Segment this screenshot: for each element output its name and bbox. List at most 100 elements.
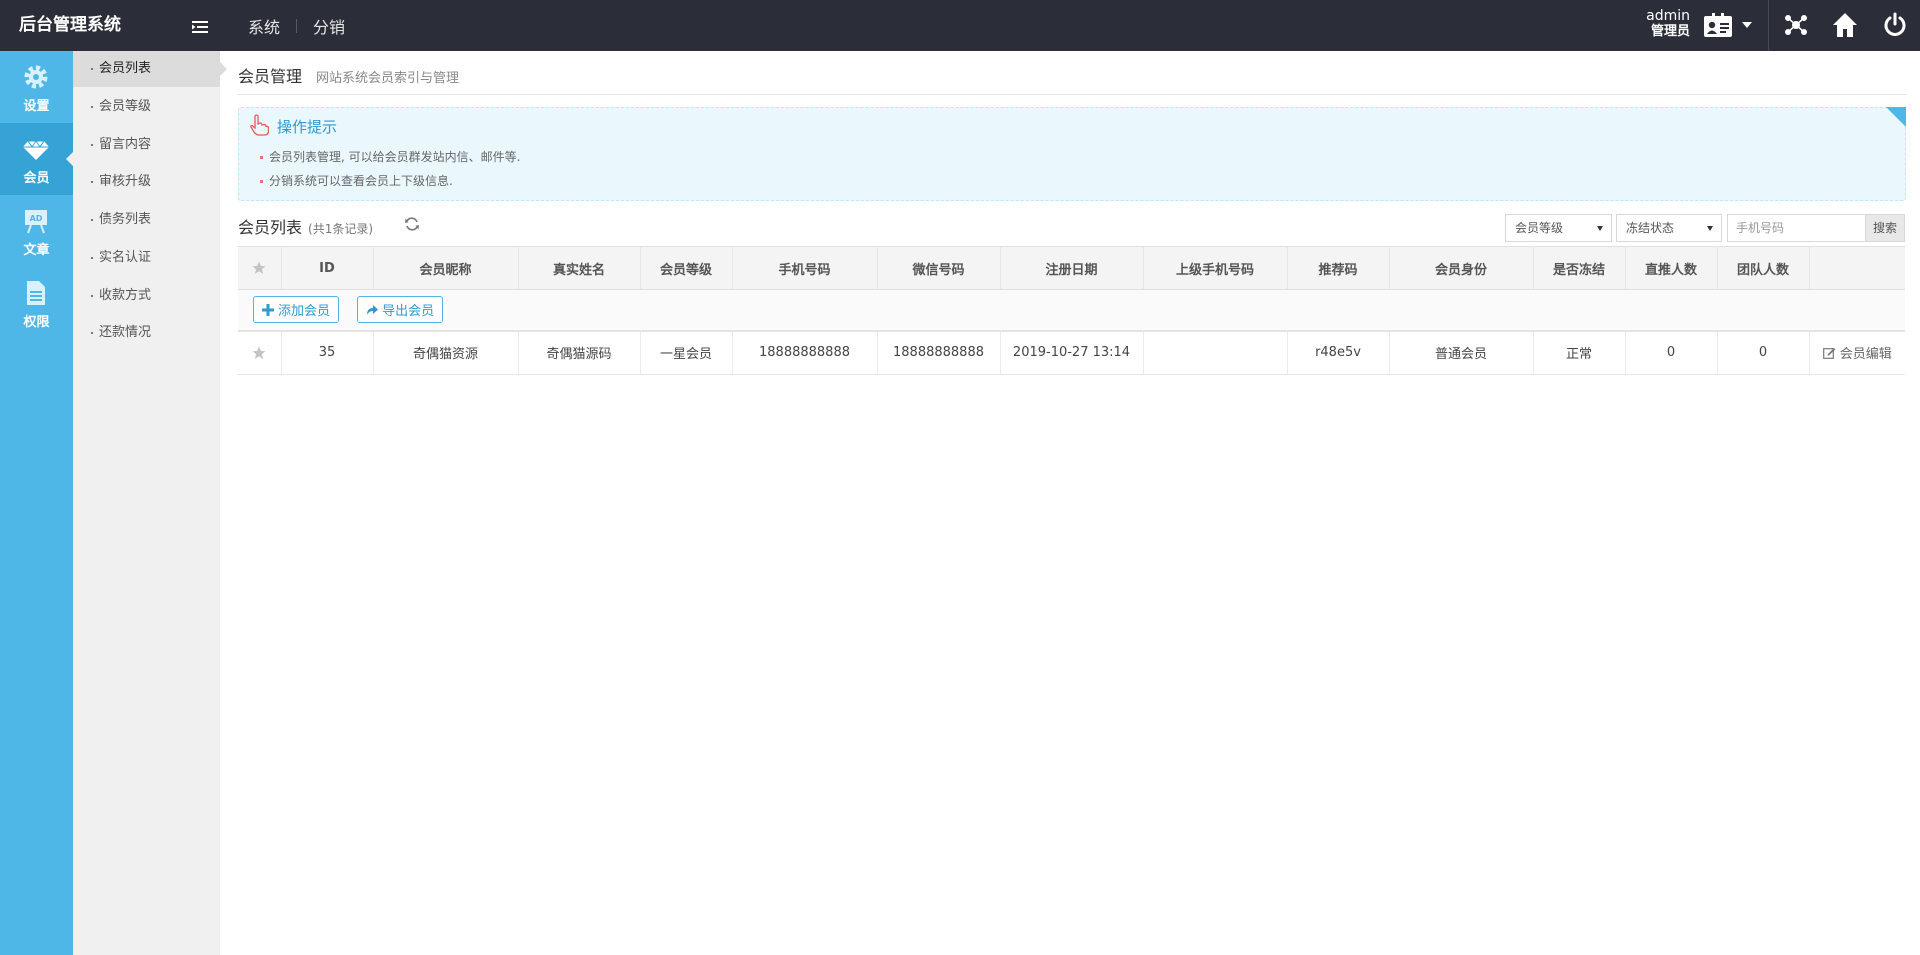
cell-frozen: 正常 bbox=[1533, 330, 1626, 375]
chevron-down-icon bbox=[1597, 226, 1603, 231]
rail-item-settings[interactable]: 设置 bbox=[0, 51, 73, 123]
page-subtitle: 网站系统会员索引与管理 bbox=[316, 71, 460, 86]
svg-text:AD: AD bbox=[30, 214, 43, 223]
cell-nickname: 奇偶猫资源 bbox=[373, 330, 519, 375]
subnav-member-level[interactable]: 会员等级 bbox=[73, 89, 220, 125]
app-title: 后台管理系统 bbox=[19, 15, 121, 35]
subnav-member-list[interactable]: 会员列表 bbox=[73, 51, 227, 87]
main-sidebar: 设置 会员 AD 文章 权限 bbox=[0, 51, 74, 955]
rail-label: 设置 bbox=[23, 99, 50, 114]
home-icon[interactable] bbox=[1832, 12, 1858, 38]
edit-member-label: 会员编辑 bbox=[1839, 346, 1892, 362]
column-header-identity[interactable]: 会员身份 bbox=[1389, 246, 1534, 290]
column-header-team-count[interactable]: 团队人数 bbox=[1717, 246, 1810, 290]
user-role: 管理员 bbox=[1650, 24, 1690, 39]
topnav-system[interactable]: 系统 bbox=[232, 14, 296, 38]
table-toolbar: 添加会员 导出会员 bbox=[238, 289, 1905, 332]
rail-item-articles[interactable]: AD 文章 bbox=[0, 195, 73, 267]
table-header-row: ID 会员昵称 真实姓名 会员等级 手机号码 微信号码 注册日期 上级手机号码 … bbox=[238, 246, 1905, 290]
topnav-distribution[interactable]: 分销 bbox=[297, 14, 361, 38]
column-header-actions bbox=[1809, 246, 1905, 290]
search-button[interactable]: 搜索 bbox=[1865, 214, 1905, 242]
column-header-wechat[interactable]: 微信号码 bbox=[877, 246, 1001, 290]
hand-pointer-icon bbox=[250, 114, 269, 136]
sidebar-toggle-icon[interactable] bbox=[192, 21, 208, 33]
document-icon bbox=[27, 281, 45, 305]
top-divider bbox=[1768, 0, 1769, 51]
cell-direct-count: 0 bbox=[1625, 330, 1718, 375]
user-dropdown-icon[interactable] bbox=[1742, 22, 1752, 28]
chevron-down-icon bbox=[1707, 226, 1713, 231]
record-count: (共1条记录) bbox=[308, 222, 374, 236]
cell-phone: 18888888888 bbox=[732, 330, 878, 375]
table-toolbar-cell: 添加会员 导出会员 bbox=[238, 289, 1905, 332]
add-member-button[interactable]: 添加会员 bbox=[253, 296, 340, 324]
subnav-messages[interactable]: 留言内容 bbox=[73, 127, 220, 163]
add-member-label: 添加会员 bbox=[278, 304, 331, 320]
tips-panel: 操作提示 会员列表管理, 可以给会员群发站内信、邮件等. 分销系统可以查看会员上… bbox=[238, 107, 1906, 201]
list-header: 会员列表 (共1条记录) bbox=[238, 214, 373, 238]
tips-title: 操作提示 bbox=[277, 118, 338, 136]
cell-identity: 普通会员 bbox=[1389, 330, 1534, 375]
cell-id: 35 bbox=[281, 330, 374, 375]
subnav-real-name[interactable]: 实名认证 bbox=[73, 240, 220, 276]
column-header-real-name[interactable]: 真实姓名 bbox=[518, 246, 641, 290]
column-header-parent-phone[interactable]: 上级手机号码 bbox=[1143, 246, 1288, 290]
column-header-direct-count[interactable]: 直推人数 bbox=[1625, 246, 1718, 290]
edit-icon bbox=[1822, 347, 1836, 359]
column-header-reg-date[interactable]: 注册日期 bbox=[1000, 246, 1144, 290]
header-divider bbox=[238, 94, 1906, 95]
frozen-status-select-value: 冻结状态 bbox=[1626, 221, 1675, 235]
subnav-debt-list[interactable]: 债务列表 bbox=[73, 202, 220, 238]
cell-parent-phone bbox=[1143, 330, 1288, 375]
table-row[interactable]: 35 奇偶猫资源 奇偶猫源码 一星会员 18888888888 18888888… bbox=[238, 330, 1905, 375]
user-name: admin bbox=[1646, 8, 1690, 24]
subnav-repayment[interactable]: 还款情况 bbox=[73, 315, 220, 351]
cell-referral-code: r48e5v bbox=[1287, 330, 1390, 375]
cell-real-name: 奇偶猫源码 bbox=[518, 330, 641, 375]
member-table: ID 会员昵称 真实姓名 会员等级 手机号码 微信号码 注册日期 上级手机号码 … bbox=[238, 246, 1905, 375]
user-info[interactable]: admin 管理员 bbox=[1640, 8, 1690, 40]
column-header-level[interactable]: 会员等级 bbox=[640, 246, 733, 290]
power-icon[interactable] bbox=[1882, 12, 1908, 38]
top-bar: 后台管理系统 系统 分销 admin 管理员 bbox=[0, 0, 1920, 51]
column-header-nickname[interactable]: 会员昵称 bbox=[373, 246, 519, 290]
rail-item-permissions[interactable]: 权限 bbox=[0, 267, 73, 339]
cell-reg-date: 2019-10-27 13:14 bbox=[1000, 330, 1144, 375]
rail-label: 文章 bbox=[23, 243, 50, 258]
rail-label: 权限 bbox=[23, 315, 50, 330]
column-header-id[interactable]: ID bbox=[281, 246, 374, 290]
rail-item-members[interactable]: 会员 bbox=[0, 123, 74, 195]
subnav-upgrade-review[interactable]: 审核升级 bbox=[73, 164, 220, 200]
sub-sidebar: 会员列表 会员等级 留言内容 审核升级 债务列表 实名认证 收款方式 还款情况 bbox=[73, 51, 227, 955]
star-icon bbox=[252, 346, 266, 359]
diamond-icon bbox=[23, 140, 49, 160]
cell-team-count: 0 bbox=[1717, 330, 1810, 375]
refresh-icon[interactable] bbox=[404, 216, 420, 232]
column-header-frozen[interactable]: 是否冻结 bbox=[1533, 246, 1626, 290]
edit-member-link[interactable]: 会员编辑 bbox=[1822, 343, 1892, 362]
column-header-phone[interactable]: 手机号码 bbox=[732, 246, 878, 290]
row-select[interactable] bbox=[238, 330, 282, 375]
ad-board-icon: AD bbox=[25, 210, 47, 234]
rail-label: 会员 bbox=[23, 171, 50, 186]
top-nav: 系统 分销 bbox=[232, 0, 361, 51]
member-level-select-value: 会员等级 bbox=[1515, 221, 1564, 235]
star-icon bbox=[252, 261, 266, 274]
gear-icon bbox=[24, 65, 48, 89]
share-arrow-icon bbox=[367, 304, 379, 315]
phone-search-input[interactable] bbox=[1727, 214, 1865, 242]
network-icon[interactable] bbox=[1783, 12, 1809, 38]
tips-line: 分销系统可以查看会员上下级信息. bbox=[260, 174, 453, 188]
export-member-button[interactable]: 导出会员 bbox=[357, 296, 444, 324]
tips-collapse-icon[interactable] bbox=[1886, 107, 1906, 127]
subnav-payment-method[interactable]: 收款方式 bbox=[73, 278, 220, 314]
header-select-all[interactable] bbox=[238, 246, 282, 290]
frozen-status-select[interactable]: 冻结状态 bbox=[1616, 214, 1722, 242]
cell-wechat: 18888888888 bbox=[877, 330, 1001, 375]
member-level-select[interactable]: 会员等级 bbox=[1505, 214, 1612, 242]
id-card-icon[interactable] bbox=[1703, 12, 1733, 38]
column-header-referral-code[interactable]: 推荐码 bbox=[1287, 246, 1390, 290]
cell-level: 一星会员 bbox=[640, 330, 733, 375]
list-title: 会员列表 bbox=[238, 218, 303, 237]
